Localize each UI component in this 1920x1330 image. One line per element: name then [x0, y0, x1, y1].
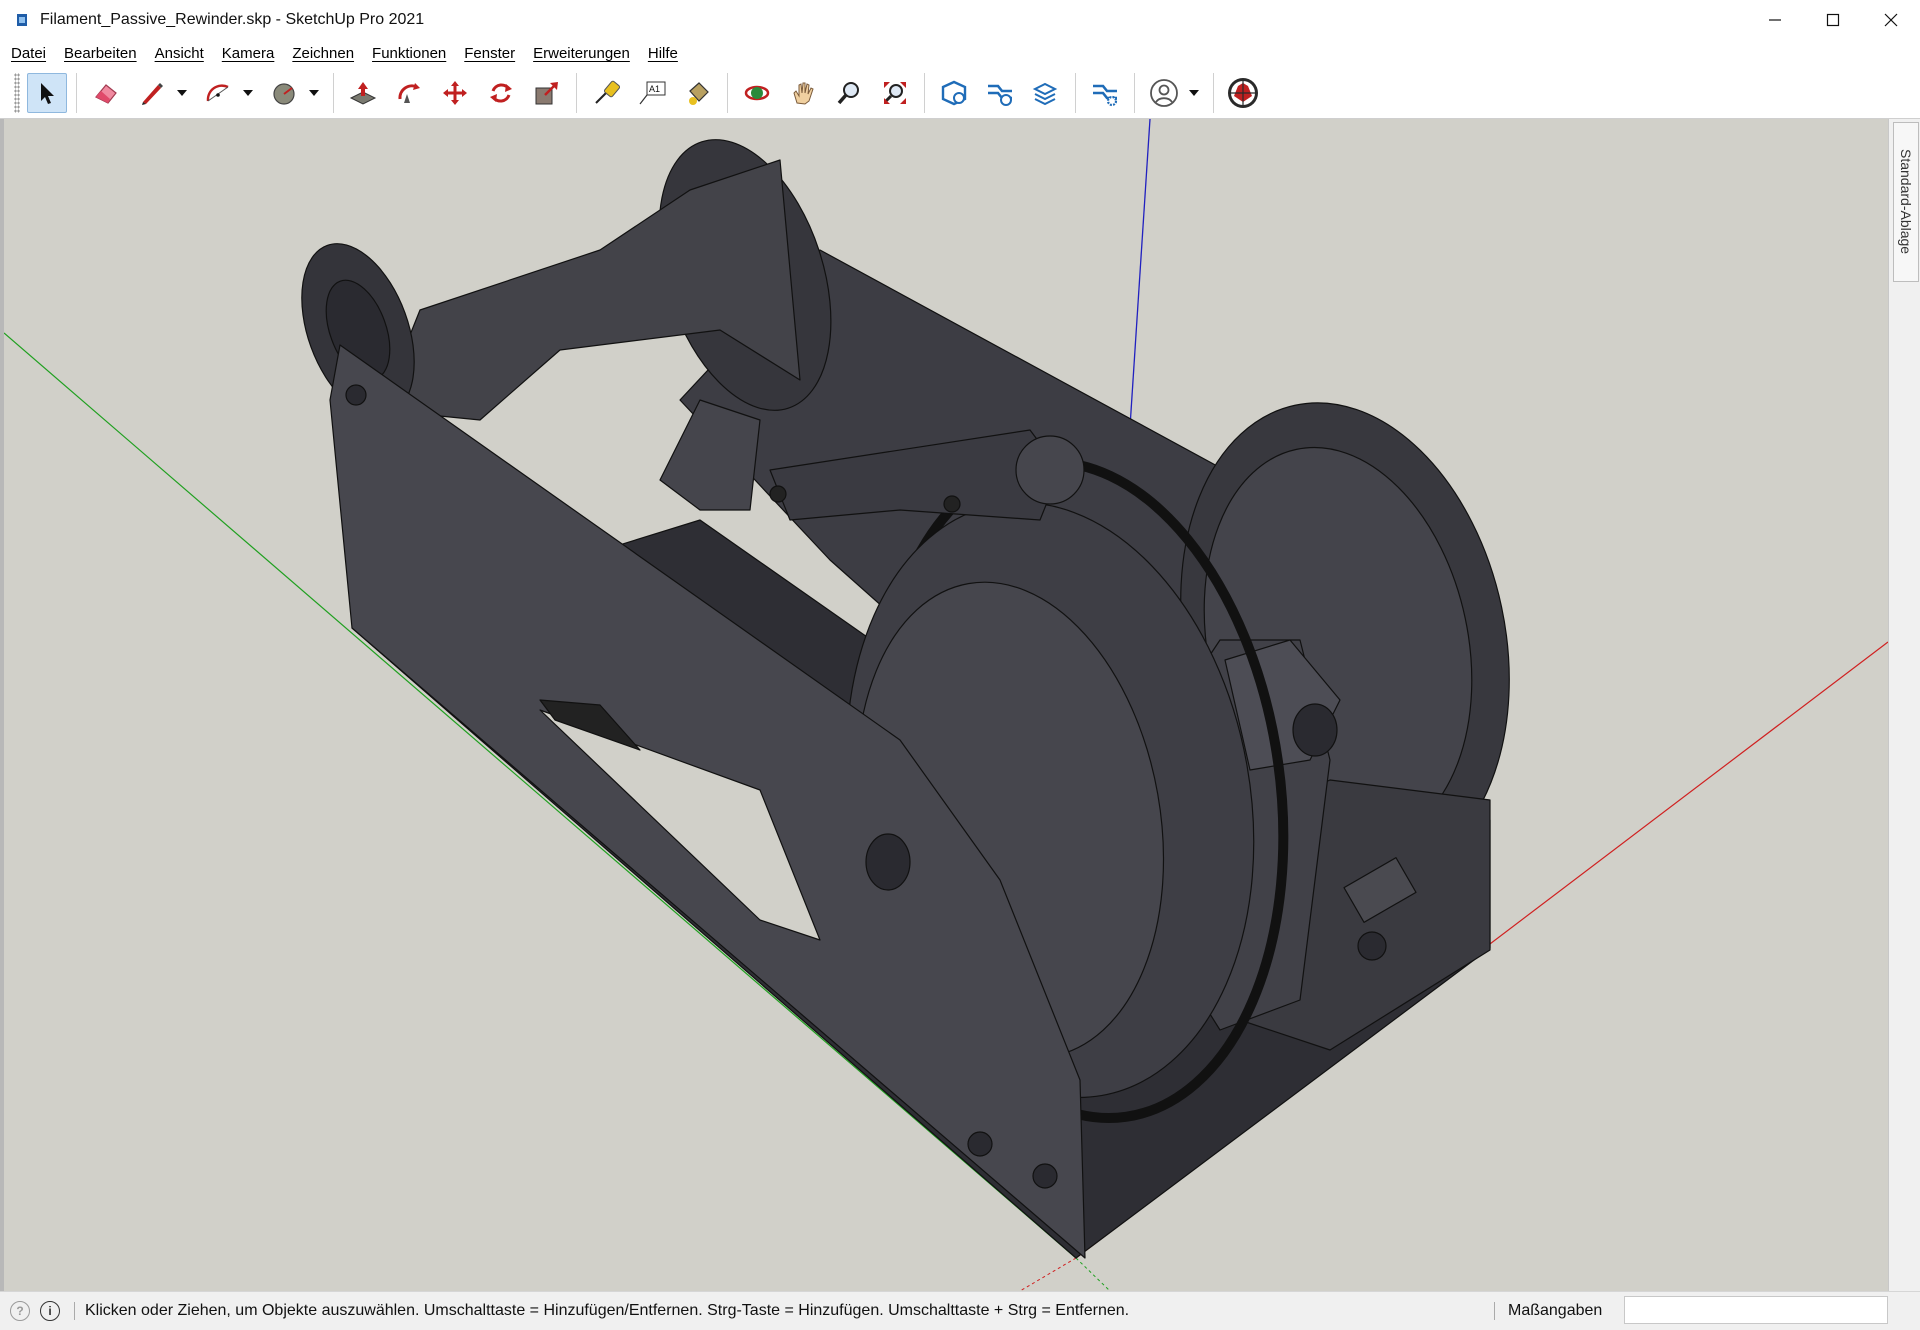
orbit-icon	[744, 85, 770, 101]
paint-bucket-tool-button[interactable]	[678, 73, 718, 113]
shape-tool-dropdown[interactable]	[307, 73, 321, 113]
globe-icon	[1228, 78, 1258, 108]
pencil-icon	[142, 83, 163, 105]
toolbar-separator	[727, 73, 728, 113]
status-separator	[1494, 1302, 1495, 1320]
menu-datei[interactable]: Datei	[2, 40, 55, 68]
chevron-down-icon	[309, 90, 319, 96]
push-pull-icon	[349, 82, 377, 105]
status-bar: ? i Klicken oder Ziehen, um Objekte ausz…	[0, 1291, 1920, 1330]
toolbar-separator	[1134, 73, 1135, 113]
select-tool-button[interactable]	[27, 73, 67, 113]
cursor-arrow-icon	[41, 83, 54, 104]
warehouse-icon	[941, 80, 967, 106]
menu-funktionen[interactable]: Funktionen	[363, 40, 455, 68]
magnifier-icon	[837, 82, 859, 105]
chevron-down-icon	[243, 90, 253, 96]
extension-manager-button[interactable]	[1085, 73, 1125, 113]
hand-icon	[793, 82, 814, 105]
trimble-connect-button[interactable]	[1223, 73, 1263, 113]
menu-kamera[interactable]: Kamera	[213, 40, 284, 68]
3d-warehouse-button[interactable]	[934, 73, 974, 113]
eraser-icon	[95, 84, 117, 104]
user-circle-icon	[1150, 79, 1178, 107]
toolbar-separator	[1075, 73, 1076, 113]
menu-erweiterungen[interactable]: Erweiterungen	[524, 40, 639, 68]
menu-bar: Datei Bearbeiten Ansicht Kamera Zeichnen…	[0, 40, 1920, 68]
svg-text:A1: A1	[649, 84, 660, 94]
menu-fenster[interactable]: Fenster	[455, 40, 524, 68]
move-arrows-icon	[443, 81, 467, 105]
orbit-tool-button[interactable]	[737, 73, 777, 113]
extension-warehouse-button[interactable]	[980, 73, 1020, 113]
model-canvas[interactable]	[4, 119, 1888, 1291]
extension-manager-icon	[1093, 84, 1118, 107]
minimize-icon	[1769, 19, 1781, 21]
chevron-down-icon	[177, 90, 187, 96]
arc-tool-dropdown[interactable]	[241, 73, 255, 113]
main-toolbar: A1	[0, 68, 1920, 119]
model-viewport[interactable]	[0, 119, 1888, 1291]
menu-zeichnen[interactable]: Zeichnen	[283, 40, 363, 68]
default-tray-tab[interactable]: Standard-Ablage	[1893, 122, 1919, 282]
push-pull-tool-button[interactable]	[343, 73, 383, 113]
rotate-icon	[490, 83, 512, 103]
maximize-button[interactable]	[1804, 0, 1862, 40]
title-bar: Filament_Passive_Rewinder.skp - SketchUp…	[0, 0, 1920, 40]
line-tool-button[interactable]	[132, 73, 172, 113]
text-a1-icon: A1	[639, 81, 666, 105]
tape-measure-icon	[595, 80, 620, 104]
rewinder-model[interactable]	[280, 119, 1551, 1259]
pan-tool-button[interactable]	[783, 73, 823, 113]
arc-icon	[206, 84, 229, 102]
status-separator	[74, 1302, 75, 1320]
close-button[interactable]	[1862, 0, 1920, 40]
text-tool-button[interactable]: A1	[632, 73, 672, 113]
toolbar-grip[interactable]	[14, 73, 20, 113]
shape-tool-button[interactable]	[264, 73, 304, 113]
sketchup-app-icon[interactable]	[14, 12, 30, 28]
eraser-tool-button[interactable]	[86, 73, 126, 113]
status-hint: Klicken oder Ziehen, um Objekte auszuwäh…	[85, 1302, 1130, 1319]
window-controls	[1746, 0, 1920, 40]
tape-measure-tool-button[interactable]	[586, 73, 626, 113]
toolbar-separator	[76, 73, 77, 113]
scale-icon	[535, 82, 558, 105]
tray-tab-label: Standard-Ablage	[1898, 149, 1914, 255]
toolbar-separator	[1213, 73, 1214, 113]
measurements-label: Maßangaben	[1508, 1302, 1603, 1319]
account-dropdown[interactable]	[1187, 73, 1201, 113]
follow-me-icon	[398, 83, 420, 103]
line-tool-dropdown[interactable]	[175, 73, 189, 113]
chevron-down-icon	[1189, 90, 1199, 96]
layout-icon	[1032, 82, 1058, 106]
measurements-input[interactable]	[1624, 1296, 1888, 1324]
scale-tool-button[interactable]	[527, 73, 567, 113]
toolbar-separator	[576, 73, 577, 113]
minimize-button[interactable]	[1746, 0, 1804, 40]
menu-ansicht[interactable]: Ansicht	[146, 40, 213, 68]
arc-tool-button[interactable]	[198, 73, 238, 113]
zoom-tool-button[interactable]	[829, 73, 869, 113]
zoom-extents-icon	[884, 82, 906, 104]
geolocation-icon[interactable]: ?	[10, 1301, 30, 1321]
maximize-icon	[1826, 13, 1840, 27]
menu-bearbeiten[interactable]: Bearbeiten	[55, 40, 146, 68]
paint-bucket-icon	[689, 82, 709, 105]
instructor-info-icon[interactable]: i	[40, 1301, 60, 1321]
tray-strip	[1888, 119, 1920, 1291]
zoom-extents-tool-button[interactable]	[875, 73, 915, 113]
toolbar-separator	[924, 73, 925, 113]
window-title: Filament_Passive_Rewinder.skp - SketchUp…	[40, 11, 425, 28]
move-tool-button[interactable]	[435, 73, 475, 113]
rotate-tool-button[interactable]	[481, 73, 521, 113]
menu-hilfe[interactable]: Hilfe	[639, 40, 687, 68]
close-icon	[1884, 13, 1898, 27]
toolbar-separator	[333, 73, 334, 113]
extension-warehouse-icon	[988, 84, 1012, 106]
circle-shape-icon	[273, 83, 295, 105]
account-button[interactable]	[1144, 73, 1184, 113]
layout-button[interactable]	[1026, 73, 1066, 113]
follow-me-tool-button[interactable]	[389, 73, 429, 113]
